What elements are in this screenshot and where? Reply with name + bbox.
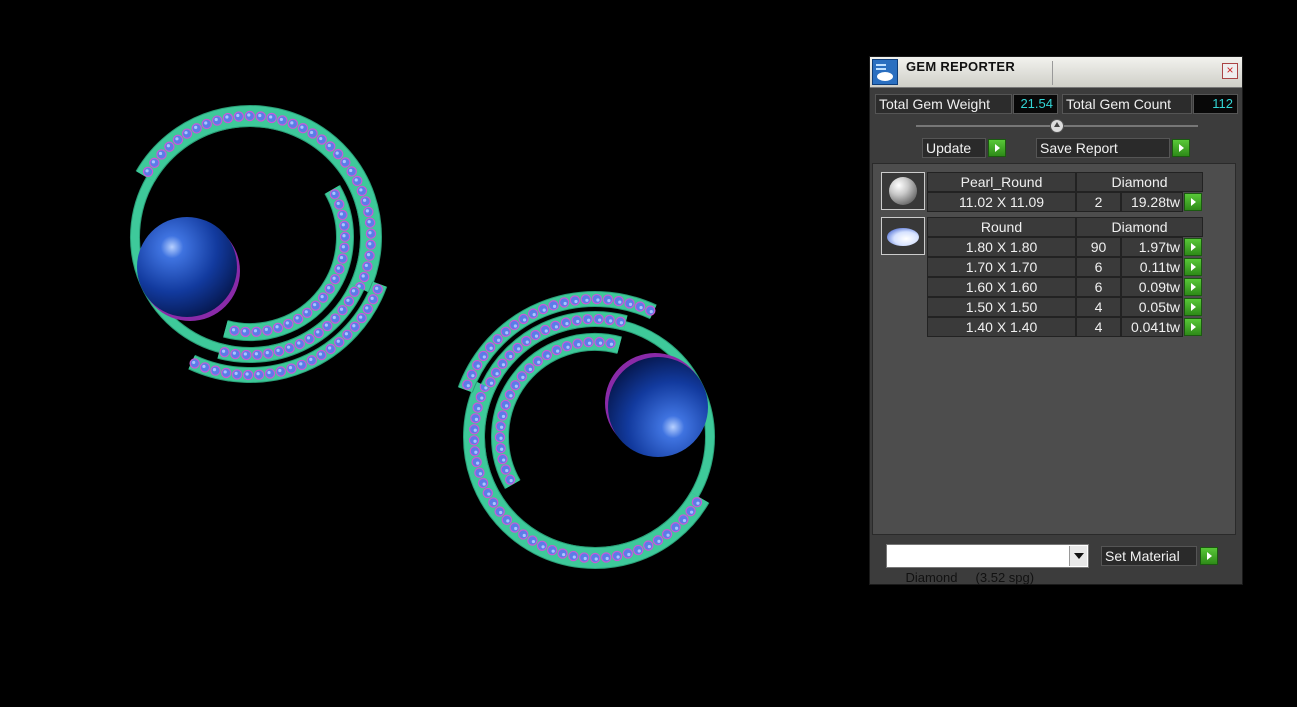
group-2-row-2-count: 6: [1076, 257, 1121, 277]
total-gem-count-label: Total Gem Count: [1062, 94, 1192, 114]
slider-handle[interactable]: [1050, 119, 1064, 133]
group-2-shape: Round: [927, 217, 1076, 237]
material-dropdown-value: Diamond (3.52 spg): [905, 570, 1035, 585]
gem-list: Pearl_Round Diamond 11.02 X 11.09 2 19.2…: [872, 163, 1236, 535]
group-2-row-4-weight: 0.05tw: [1121, 297, 1183, 317]
group-1-row-1-size: 11.02 X 11.09: [927, 192, 1076, 212]
earring-model-left[interactable]: [130, 105, 388, 383]
chevron-down-icon[interactable]: [1069, 546, 1087, 566]
3d-viewport[interactable]: [0, 0, 860, 707]
group-2-row-1-count: 90: [1076, 237, 1121, 257]
group-2-row-5-count: 4: [1076, 317, 1121, 337]
gem-reporter-panel: GEM REPORTER × Total Gem Weight 21.54 To…: [869, 56, 1243, 585]
group-1-row-1-weight: 19.28tw: [1121, 192, 1183, 212]
group-1-row-1-select-icon[interactable]: [1184, 193, 1202, 211]
set-material-button[interactable]: Set Material: [1101, 546, 1197, 566]
group-2-row-2-size: 1.70 X 1.70: [927, 257, 1076, 277]
pearl-icon: [881, 172, 925, 210]
group-2-row-3-size: 1.60 X 1.60: [927, 277, 1076, 297]
group-2-material: Diamond: [1076, 217, 1203, 237]
title-divider: [1052, 61, 1053, 85]
total-gem-weight-value: 21.54: [1013, 94, 1058, 114]
group-2-row-5-size: 1.40 X 1.40: [927, 317, 1076, 337]
group-1-row-1-count: 2: [1076, 192, 1121, 212]
group-2-row-1-weight: 1.97tw: [1121, 237, 1183, 257]
group-2-row-4-count: 4: [1076, 297, 1121, 317]
group-2-row-2-select-icon[interactable]: [1184, 258, 1202, 276]
material-dropdown[interactable]: Diamond (3.52 spg): [886, 544, 1089, 585]
update-play-icon[interactable]: [988, 139, 1006, 157]
group-2-row-1-size: 1.80 X 1.80: [927, 237, 1076, 257]
group-2-row-3-weight: 0.09tw: [1121, 277, 1183, 297]
group-2-row-1-select-icon[interactable]: [1184, 238, 1202, 256]
group-1-material: Diamond: [1076, 172, 1203, 192]
group-2-row-5-weight: 0.041tw: [1121, 317, 1183, 337]
group-1-shape: Pearl_Round: [927, 172, 1076, 192]
close-icon[interactable]: ×: [1222, 63, 1238, 79]
group-2-row-4-select-icon[interactable]: [1184, 298, 1202, 316]
group-2-row-4-size: 1.50 X 1.50: [927, 297, 1076, 317]
update-button[interactable]: Update: [922, 138, 986, 158]
save-report-play-icon[interactable]: [1172, 139, 1190, 157]
window-title: GEM REPORTER: [906, 59, 1016, 74]
earring-model-right[interactable]: [457, 291, 715, 569]
group-2-row-5-select-icon[interactable]: [1184, 318, 1202, 336]
total-gem-weight-label: Total Gem Weight: [875, 94, 1012, 114]
group-2-row-3-select-icon[interactable]: [1184, 278, 1202, 296]
gem-reporter-app-icon: [872, 59, 898, 85]
save-report-button[interactable]: Save Report: [1036, 138, 1170, 158]
group-2-row-2-weight: 0.11tw: [1121, 257, 1183, 277]
total-gem-count-value: 112: [1193, 94, 1238, 114]
title-bar: GEM REPORTER ×: [870, 57, 1242, 88]
round-gem-icon: [881, 217, 925, 255]
set-material-play-icon[interactable]: [1200, 547, 1218, 565]
group-2-row-3-count: 6: [1076, 277, 1121, 297]
